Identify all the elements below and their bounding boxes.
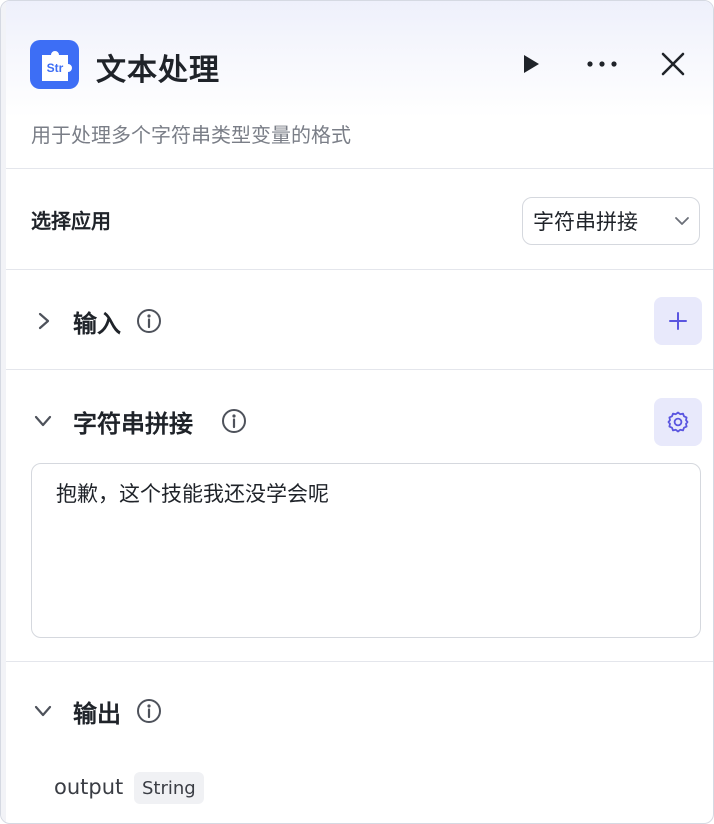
- close-icon: [661, 52, 685, 76]
- concat-section-title: 字符串拼接: [73, 410, 193, 438]
- input-section-title: 输入: [73, 310, 121, 338]
- app-select-value: 字符串拼接: [533, 210, 638, 234]
- app-select-section: 选择应用 字符串拼接: [6, 169, 713, 270]
- more-button[interactable]: [584, 46, 620, 82]
- input-expand-toggle[interactable]: [29, 306, 59, 336]
- chevron-right-icon: [38, 312, 50, 330]
- info-icon[interactable]: [136, 308, 162, 334]
- close-button[interactable]: [655, 46, 691, 82]
- output-section-title: 输出: [73, 700, 121, 728]
- panel-header: Str 文本处理 用于处理多个字符串类型变量的格式: [6, 1, 713, 169]
- plus-icon: [669, 312, 687, 330]
- run-button[interactable]: [512, 46, 548, 82]
- info-icon[interactable]: [136, 698, 162, 724]
- input-section: 输入: [6, 270, 713, 370]
- add-input-button[interactable]: [654, 297, 702, 345]
- concat-template-input[interactable]: 抱歉，这个技能我还没学会呢: [31, 463, 701, 638]
- node-config-panel: Str 文本处理 用于处理多个字符串类型变量的格式 选择应用 字符串拼接 输入 …: [0, 0, 714, 824]
- output-variable-name: output: [54, 775, 124, 799]
- chevron-down-icon: [34, 415, 52, 427]
- gear-icon: [667, 411, 689, 433]
- str-puzzle-icon: Str: [30, 40, 79, 89]
- info-icon[interactable]: [221, 408, 247, 434]
- concat-settings-button[interactable]: [654, 398, 702, 446]
- output-section: 输出 output String: [6, 662, 713, 823]
- app-select-dropdown[interactable]: 字符串拼接: [522, 197, 700, 245]
- play-icon: [524, 55, 539, 73]
- concat-collapse-toggle[interactable]: [28, 406, 58, 436]
- concat-section: 字符串拼接 抱歉，这个技能我还没学会呢: [6, 370, 713, 662]
- app-select-label: 选择应用: [31, 209, 111, 233]
- chevron-down-icon: [665, 216, 699, 226]
- svg-text:Str: Str: [46, 61, 63, 75]
- node-title: 文本处理: [96, 53, 220, 88]
- node-description: 用于处理多个字符串类型变量的格式: [31, 123, 351, 147]
- output-collapse-toggle[interactable]: [28, 696, 58, 726]
- output-type-badge: String: [134, 772, 204, 804]
- chevron-down-icon: [34, 705, 52, 717]
- more-icon: [587, 61, 617, 67]
